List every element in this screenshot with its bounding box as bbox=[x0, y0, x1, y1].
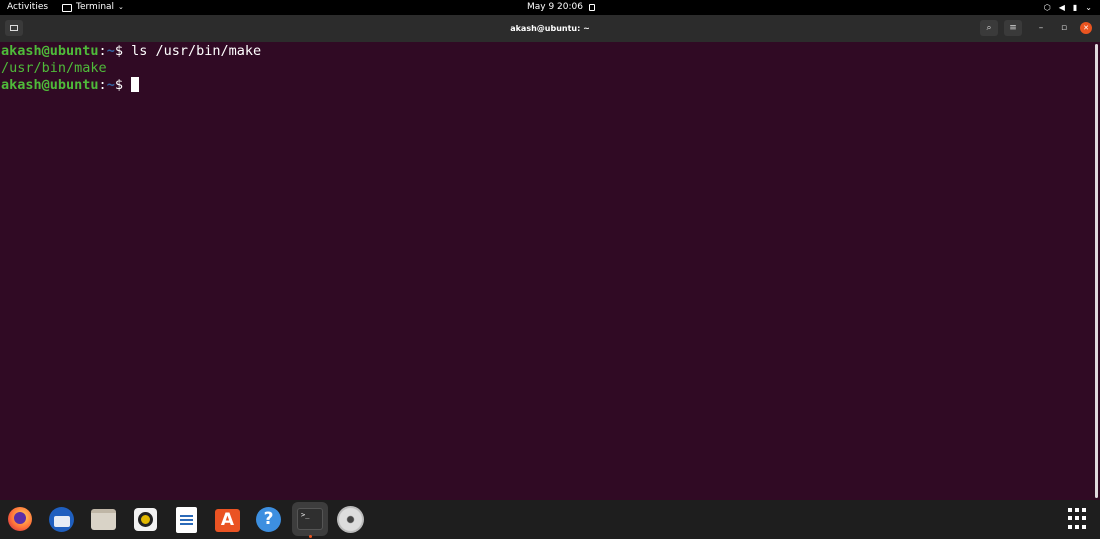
clock[interactable]: May 9 20:06 bbox=[527, 0, 595, 15]
terminal-line: akash@ubuntu:~$ ls /usr/bin/make bbox=[1, 43, 261, 60]
close-icon: ✕ bbox=[1083, 24, 1089, 32]
activities-button[interactable]: Activities bbox=[7, 0, 48, 15]
command-text: ls /usr/bin/make bbox=[131, 43, 262, 59]
dock: A ? >_ bbox=[0, 500, 1100, 539]
network-icon: ⬡ bbox=[1043, 3, 1051, 12]
search-icon: ⌕ bbox=[986, 23, 992, 33]
clock-label: May 9 20:06 bbox=[527, 2, 583, 12]
search-button[interactable]: ⌕ bbox=[980, 20, 998, 36]
files-icon[interactable] bbox=[89, 505, 117, 533]
app-menu-label: Terminal bbox=[76, 2, 115, 12]
dvd-icon[interactable] bbox=[336, 505, 364, 533]
prompt-dollar: $ bbox=[114, 77, 132, 93]
help-icon[interactable]: ? bbox=[254, 505, 282, 533]
prompt-user: akash@ubuntu bbox=[1, 77, 99, 93]
window-title: akash@ubuntu: ~ bbox=[510, 24, 590, 33]
app-menu[interactable]: Terminal ⌄ bbox=[62, 0, 124, 15]
minimize-button[interactable]: – bbox=[1032, 20, 1050, 36]
running-indicator bbox=[309, 535, 312, 538]
menu-button[interactable]: ≡ bbox=[1004, 20, 1022, 36]
chevron-down-icon: ⌄ bbox=[118, 3, 124, 11]
terminal-icon bbox=[62, 3, 72, 12]
gnome-top-bar: Activities Terminal ⌄ May 9 20:06 ⬡ ◀ ▮ … bbox=[0, 0, 1100, 15]
libreoffice-writer-icon[interactable] bbox=[172, 505, 200, 533]
thunderbird-icon[interactable] bbox=[47, 505, 75, 533]
restore-button[interactable]: ▫ bbox=[1055, 20, 1073, 36]
close-button[interactable]: ✕ bbox=[1080, 22, 1092, 34]
prompt-path: ~ bbox=[106, 43, 115, 59]
prompt-colon: : bbox=[98, 43, 107, 59]
terminal-header-bar: akash@ubuntu: ~ ⌕ ≡ – ▫ ✕ bbox=[0, 15, 1100, 42]
battery-icon: ▮ bbox=[1072, 3, 1078, 12]
show-applications-icon[interactable] bbox=[1068, 508, 1090, 530]
chevron-down-icon: ⌄ bbox=[1085, 3, 1092, 12]
text-cursor bbox=[131, 77, 140, 92]
volume-icon: ◀ bbox=[1058, 3, 1065, 12]
prompt-user: akash@ubuntu bbox=[1, 43, 99, 59]
terminal-output: akash@ubuntu:~$ ls /usr/bin/make /usr/bi… bbox=[1, 43, 261, 94]
hamburger-icon: ≡ bbox=[1009, 23, 1017, 33]
terminal-icon[interactable]: >_ bbox=[292, 502, 328, 536]
terminal-view[interactable]: akash@ubuntu:~$ ls /usr/bin/make /usr/bi… bbox=[0, 42, 1100, 500]
notification-icon bbox=[589, 4, 595, 11]
prompt-path: ~ bbox=[106, 77, 115, 93]
rhythmbox-icon[interactable] bbox=[131, 505, 159, 533]
firefox-icon[interactable] bbox=[6, 505, 34, 533]
ubuntu-software-icon[interactable]: A bbox=[213, 505, 241, 533]
prompt-dollar: $ bbox=[114, 43, 132, 59]
terminal-line: akash@ubuntu:~$ bbox=[1, 77, 261, 94]
system-tray[interactable]: ⬡ ◀ ▮ ⌄ bbox=[1044, 0, 1092, 15]
minimize-icon: – bbox=[1038, 23, 1044, 33]
scrollbar[interactable] bbox=[1095, 44, 1098, 498]
command-output: /usr/bin/make bbox=[1, 60, 107, 76]
prompt-colon: : bbox=[98, 77, 107, 93]
restore-icon: ▫ bbox=[1060, 23, 1068, 33]
